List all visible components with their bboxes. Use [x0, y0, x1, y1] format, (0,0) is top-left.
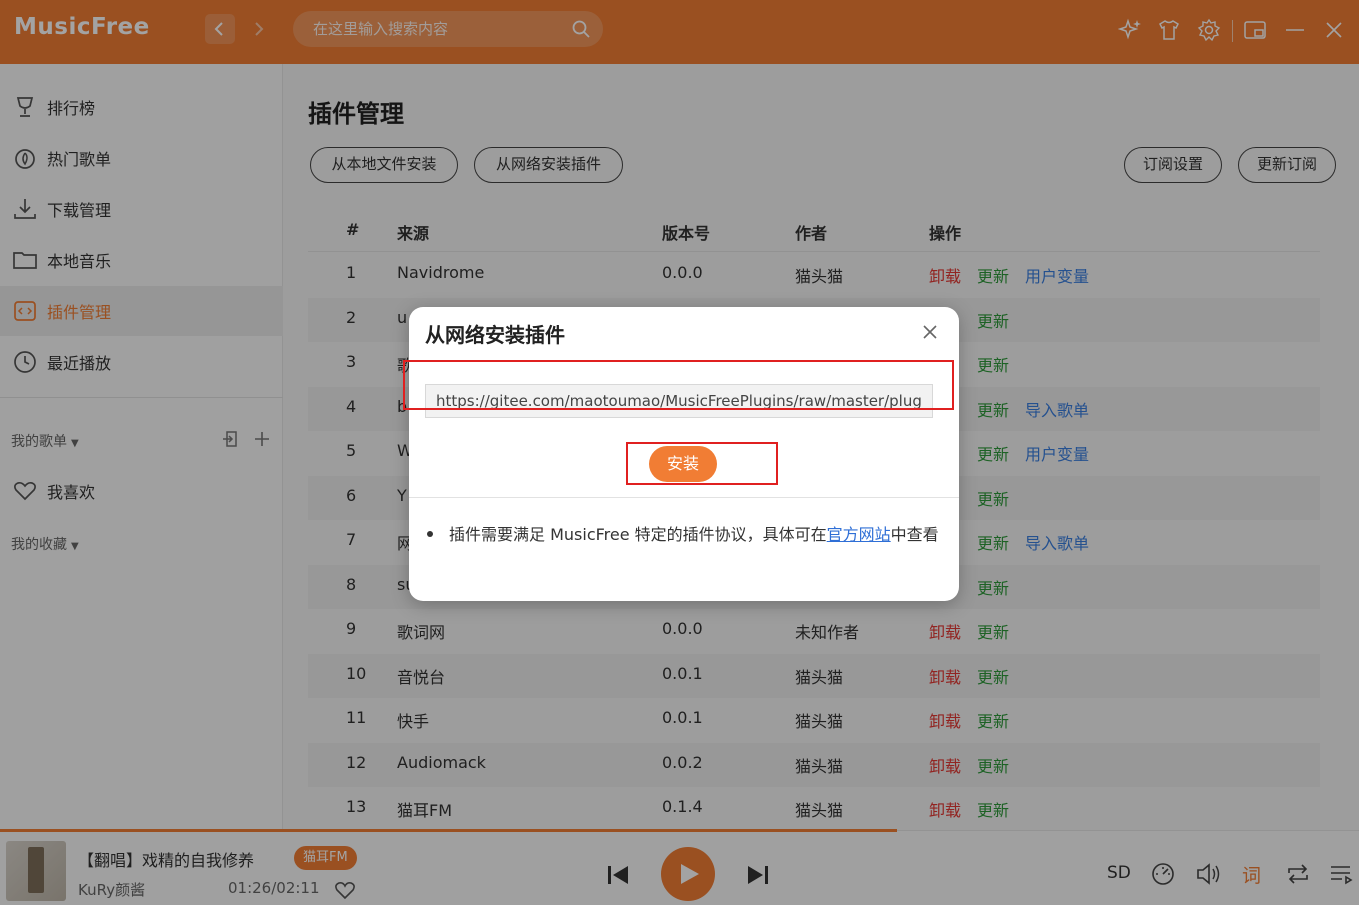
dialog-note: 插件需要满足 MusicFree 特定的插件协议，具体可在官方网站中查看 — [425, 518, 945, 552]
highlight-box-url — [403, 360, 954, 410]
highlight-box-install — [626, 442, 778, 485]
close-icon[interactable] — [919, 321, 941, 343]
dialog-divider — [409, 497, 959, 498]
dialog-title: 从网络安装插件 — [425, 323, 565, 347]
note-suffix: 中查看 — [890, 525, 939, 544]
bullet-icon — [427, 531, 433, 537]
install-plugin-dialog: 从网络安装插件 安装 插件需要满足 MusicFree 特定的插件协议，具体可在… — [403, 307, 959, 601]
official-site-link[interactable]: 官方网站 — [827, 525, 891, 544]
note-text: 插件需要满足 MusicFree 特定的插件协议，具体可在 — [449, 525, 827, 544]
